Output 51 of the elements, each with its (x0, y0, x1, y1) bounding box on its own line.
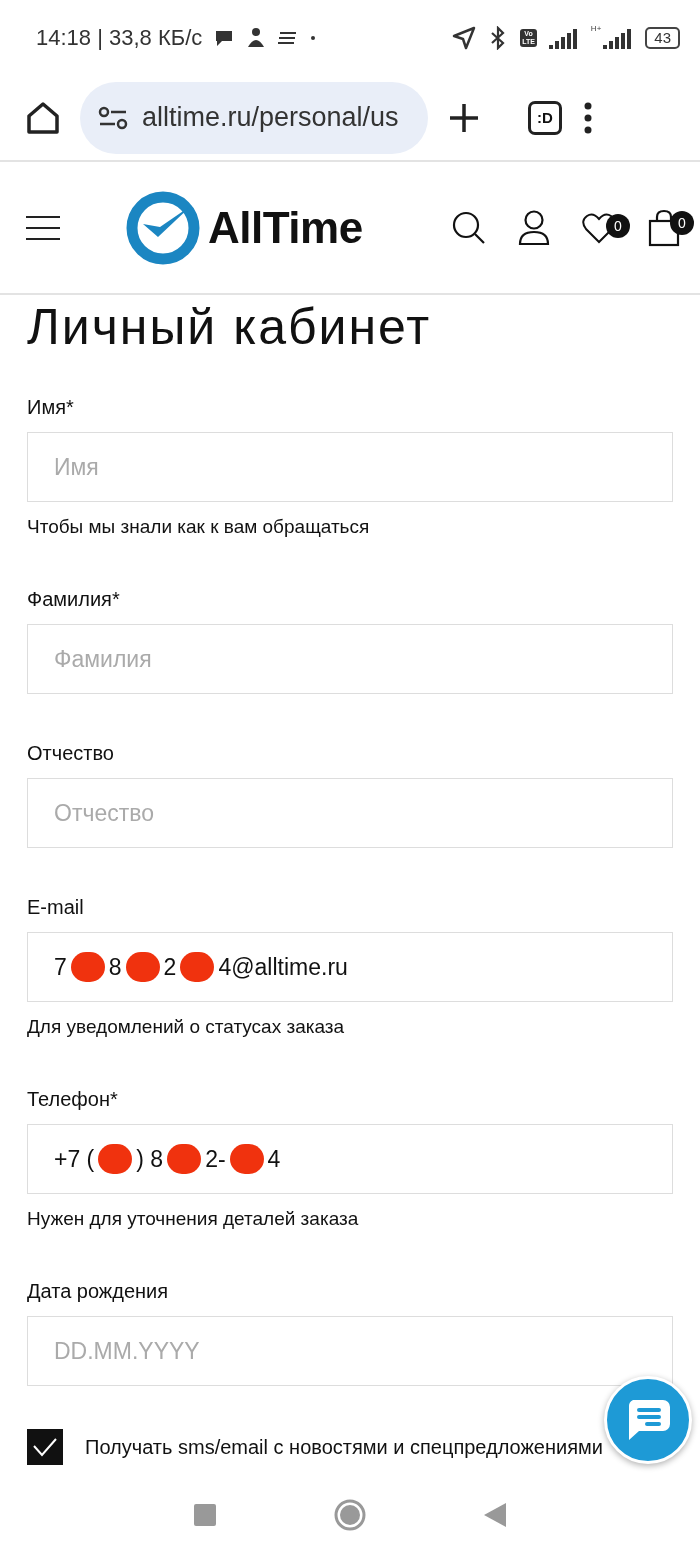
chat-bubble-icon (214, 28, 235, 47)
field-label: Телефон* (27, 1087, 119, 1112)
redaction-mark (180, 952, 215, 982)
location-icon (452, 25, 477, 50)
home-icon[interactable] (26, 100, 60, 135)
redaction-mark (125, 952, 160, 982)
input-field[interactable]: +7 ( ) 8 2- 4 (27, 1124, 673, 1194)
input-field[interactable]: Имя (27, 432, 673, 502)
redaction-mark (229, 1144, 264, 1174)
input-field[interactable]: Фамилия (27, 624, 673, 694)
field-label: Фамилия* (27, 587, 121, 612)
recents-icon[interactable] (194, 1503, 216, 1526)
chat-button[interactable] (604, 1376, 692, 1464)
page-title: Личный кабинет (27, 298, 433, 357)
field-hint: Чтобы мы знали как к вам обращаться (27, 515, 371, 539)
redaction-mark (98, 1144, 133, 1174)
input-field[interactable]: DD.MM.YYYY (27, 1316, 673, 1386)
logo-text[interactable]: AllTime (208, 202, 363, 253)
plus-icon[interactable] (448, 101, 480, 134)
checkmark-icon (32, 1437, 58, 1457)
input-field[interactable]: 7 8 2 4@alltime.ru (27, 932, 673, 1002)
clock-logo-icon (126, 190, 200, 265)
redaction-mark (70, 952, 105, 982)
field-label: Дата рождения (27, 1279, 170, 1304)
checkbox[interactable] (27, 1429, 63, 1465)
cart-count: 0 (670, 210, 694, 235)
back-icon[interactable] (484, 1502, 506, 1527)
tabs-button[interactable]: :D (528, 100, 562, 135)
battery-level: 43 (645, 26, 680, 49)
input-field[interactable]: Отчество (27, 778, 673, 848)
signal-icon (603, 26, 634, 49)
menu-icon[interactable] (26, 214, 60, 241)
search-icon[interactable] (452, 210, 486, 245)
field-label: Отчество (27, 741, 115, 766)
lines-icon (278, 30, 299, 45)
signal-icon (548, 26, 579, 49)
user-icon[interactable] (518, 209, 550, 246)
field-hint: Для уведомлений о статусах заказа (27, 1015, 346, 1039)
field-label: E-mail (27, 895, 85, 920)
status-time: 14:18 | 33,8 КБ/с (36, 24, 203, 51)
network-type: H+ (590, 24, 602, 33)
field-hint: Нужен для уточнения деталей заказа (27, 1207, 360, 1231)
field-label: Имя* (27, 395, 75, 420)
more-icon[interactable] (582, 101, 594, 134)
checkbox-label: Получать sms/email с новостями и спецпредложениями (85, 1435, 603, 1459)
shopping-bag-icon[interactable] (648, 208, 680, 247)
address-bar[interactable]: alltime.ru/personal/us (80, 81, 428, 154)
tune-icon[interactable] (98, 105, 128, 130)
dot-icon (310, 34, 317, 41)
wishlist-count: 0 (606, 213, 630, 238)
redaction-mark (167, 1144, 202, 1174)
